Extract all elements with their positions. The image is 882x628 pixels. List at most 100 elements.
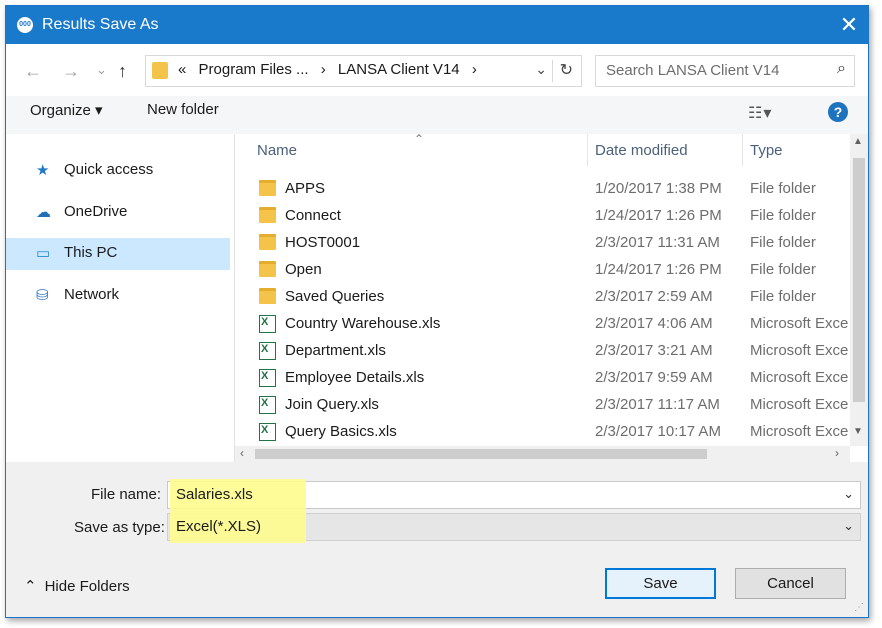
- refresh-icon[interactable]: ↻: [560, 60, 573, 80]
- breadcrumb-separator-icon[interactable]: ›: [321, 61, 326, 78]
- forward-arrow-icon[interactable]: →: [62, 61, 80, 82]
- folder-icon: [259, 180, 276, 196]
- type-cell: File folder: [750, 180, 816, 197]
- scrollbar-thumb[interactable]: [255, 449, 707, 459]
- file-name-cell: Join Query.xls: [285, 396, 379, 413]
- command-bar: Organize ▾ New folder ☷▾ ?: [6, 96, 868, 134]
- search-box[interactable]: Search LANSA Client V14 ⌕: [595, 55, 855, 87]
- table-row[interactable]: HOST0001 2/3/2017 11:31 AM File folder: [235, 230, 847, 257]
- column-divider[interactable]: [587, 134, 588, 166]
- table-row[interactable]: Department.xls 2/3/2017 3:21 AM Microsoft …: [235, 338, 849, 365]
- horizontal-scrollbar[interactable]: ‹ ›: [235, 446, 850, 462]
- view-options-icon[interactable]: ☷▾: [748, 103, 772, 123]
- save-as-type-value[interactable]: Excel(*.XLS): [176, 518, 261, 535]
- sidebar-item-label: Quick access: [64, 161, 154, 178]
- scroll-down-icon[interactable]: ▼: [853, 426, 863, 437]
- breadcrumb-program-files[interactable]: Program Files ...: [199, 61, 309, 78]
- sidebar-item-network[interactable]: ⛁ Network: [6, 280, 230, 312]
- chevron-up-icon: ⌃: [24, 578, 37, 595]
- file-name-value[interactable]: Salaries.xls: [176, 486, 253, 503]
- scroll-up-icon[interactable]: ▲: [853, 136, 863, 147]
- help-icon[interactable]: ?: [828, 102, 848, 122]
- save-as-type-select[interactable]: Excel(*.XLS) ⌄: [167, 511, 861, 543]
- up-arrow-icon[interactable]: ↑: [118, 61, 127, 82]
- type-cell: Microsoft Exce: [750, 342, 849, 359]
- scrollbar-thumb[interactable]: [853, 158, 865, 402]
- app-icon: 000: [17, 17, 33, 33]
- save-as-type-label: Save as type:: [74, 519, 165, 536]
- breadcrumb-lansa-client[interactable]: LANSA Client V14: [338, 61, 460, 78]
- sidebar-item-onedrive[interactable]: ☁ OneDrive: [6, 197, 230, 229]
- address-bar[interactable]: « Program Files ... › LANSA Client V14 ›…: [145, 55, 582, 87]
- folder-icon: [259, 261, 276, 277]
- column-header-type[interactable]: Type: [750, 142, 783, 159]
- vertical-scrollbar[interactable]: ▲ ▼: [850, 134, 868, 446]
- table-row[interactable]: APPS 1/20/2017 1:38 PM File folder: [235, 176, 847, 203]
- table-row[interactable]: Query Basics.xls 2/3/2017 10:17 AM Microso…: [235, 419, 849, 446]
- hide-folders-label: Hide Folders: [44, 578, 130, 595]
- folder-icon: [152, 62, 168, 79]
- file-name-cell: Department.xls: [285, 342, 386, 359]
- close-icon[interactable]: ✕: [830, 6, 868, 44]
- search-input[interactable]: Search LANSA Client V14: [606, 62, 779, 79]
- network-icon: ⛁: [36, 287, 49, 304]
- file-name-field[interactable]: Salaries.xls ⌄: [167, 479, 861, 511]
- star-icon: ★: [36, 162, 50, 179]
- title-bar: 000 Results Save As ✕: [6, 6, 868, 44]
- file-name-cell: Saved Queries: [285, 288, 385, 305]
- sidebar-item-label: OneDrive: [64, 203, 128, 220]
- date-modified-cell: 2/3/2017 3:21 AM: [595, 342, 713, 359]
- folder-icon: [259, 234, 276, 250]
- table-row[interactable]: Connect 1/24/2017 1:26 PM File folder: [235, 203, 847, 230]
- search-icon[interactable]: ⌕: [837, 60, 846, 78]
- file-name-cell: Connect: [285, 207, 341, 224]
- save-as-dialog: 000 Results Save As ✕ ← → ⌄ ↑ « Program …: [5, 5, 869, 618]
- date-modified-cell: 1/24/2017 1:26 PM: [595, 261, 722, 278]
- column-header-date-modified[interactable]: Date modified: [595, 142, 688, 159]
- excel-file-icon: [259, 396, 276, 414]
- new-folder-button[interactable]: New folder: [147, 101, 219, 118]
- folder-icon: [259, 288, 276, 304]
- resize-grip-icon[interactable]: ⋰: [854, 602, 864, 613]
- file-name-label: File name:: [91, 486, 162, 503]
- breadcrumb-overflow[interactable]: «: [178, 61, 186, 78]
- chevron-down-icon[interactable]: ⌄: [535, 61, 547, 78]
- table-row[interactable]: Open 1/24/2017 1:26 PM File folder: [235, 257, 847, 284]
- excel-file-icon: [259, 423, 276, 441]
- sort-ascending-icon: ⌃: [414, 134, 425, 146]
- navigation-bar: ← → ⌄ ↑ « Program Files ... › LANSA Clie…: [6, 44, 868, 96]
- type-cell: Microsoft Exce: [750, 315, 849, 332]
- sidebar-item-quick-access[interactable]: ★ Quick access: [6, 155, 230, 187]
- file-name-cell: APPS: [285, 180, 326, 197]
- sidebar-item-label: Network: [64, 286, 120, 303]
- chevron-down-icon[interactable]: ⌄: [843, 486, 854, 502]
- type-cell: Microsoft Exce: [750, 423, 849, 440]
- date-modified-cell: 1/24/2017 1:26 PM: [595, 207, 722, 224]
- chevron-down-icon[interactable]: ⌄: [843, 518, 854, 534]
- sidebar-item-this-pc[interactable]: ▭ This PC: [6, 238, 230, 270]
- table-row[interactable]: Employee Details.xls 2/3/2017 9:59 AM Micr…: [235, 365, 848, 392]
- hide-folders-button[interactable]: ⌃ Hide Folders: [24, 577, 130, 595]
- column-divider[interactable]: [742, 134, 743, 166]
- save-button[interactable]: Save: [605, 568, 716, 599]
- organize-button[interactable]: Organize ▾: [30, 101, 103, 119]
- scroll-left-icon[interactable]: ‹: [240, 446, 244, 460]
- file-name-cell: Open: [285, 261, 322, 278]
- table-row[interactable]: Saved Queries 2/3/2017 2:59 AM File folder: [235, 284, 847, 311]
- divider: [552, 60, 553, 82]
- sidebar-item-label: This PC: [64, 244, 118, 261]
- navigation-pane: ★ Quick access ☁ OneDrive ▭ This PC ⛁ Ne…: [6, 134, 235, 462]
- type-cell: File folder: [750, 207, 816, 224]
- table-row[interactable]: Join Query.xls 2/3/2017 11:17 AM Microsoft…: [235, 392, 848, 419]
- date-modified-cell: 1/20/2017 1:38 PM: [595, 180, 722, 197]
- breadcrumb-separator-icon[interactable]: ›: [472, 61, 477, 78]
- recent-locations-chevron-icon[interactable]: ⌄: [96, 62, 107, 78]
- monitor-icon: ▭: [36, 245, 51, 262]
- back-arrow-icon[interactable]: ←: [24, 61, 42, 82]
- file-name-cell: Employee Details.xls: [285, 369, 425, 386]
- table-row[interactable]: Country Warehouse.xls 2/3/2017 4:06 AM Mic…: [235, 311, 849, 338]
- cancel-button[interactable]: Cancel: [735, 568, 846, 599]
- scroll-right-icon[interactable]: ›: [835, 446, 839, 460]
- column-header-name[interactable]: Name: [257, 142, 297, 159]
- cloud-icon: ☁: [36, 204, 51, 221]
